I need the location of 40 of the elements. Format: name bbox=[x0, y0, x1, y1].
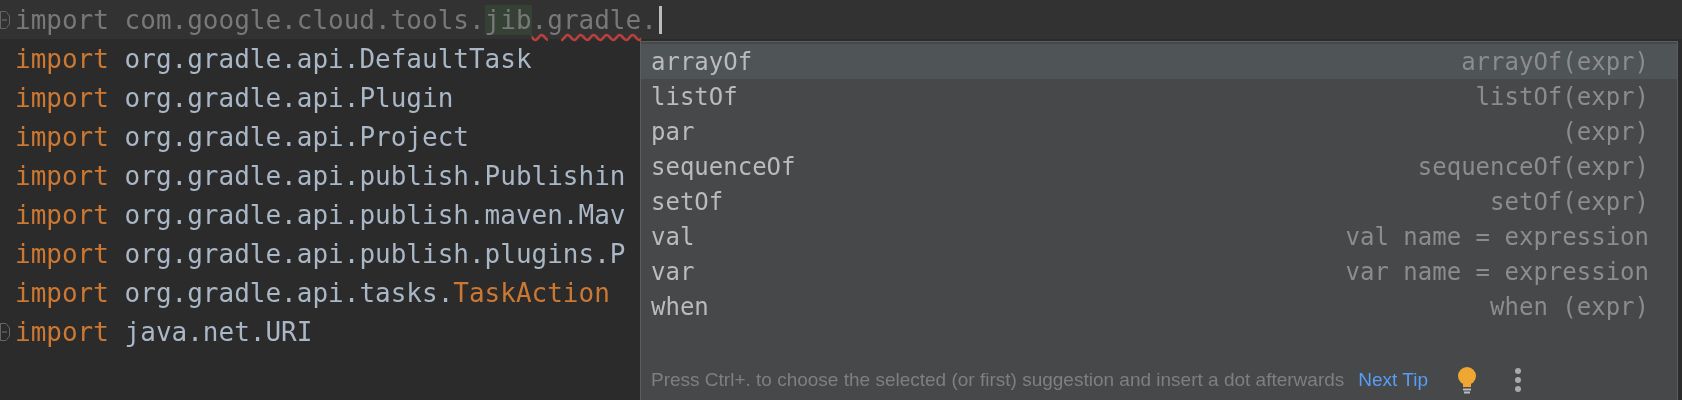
item-name: when bbox=[651, 292, 709, 321]
code-text: import org.gradle.api.Plugin bbox=[15, 82, 454, 113]
completion-item[interactable]: listOf listOf(expr) bbox=[641, 79, 1677, 114]
item-detail: setOf(expr) bbox=[1490, 187, 1649, 216]
item-name: setOf bbox=[651, 187, 724, 216]
code-text: import org.gradle.api.publish.Publishin bbox=[15, 160, 626, 191]
fold-icon[interactable] bbox=[0, 322, 10, 341]
item-detail: (expr) bbox=[1562, 117, 1649, 146]
next-tip-link[interactable]: Next Tip bbox=[1358, 368, 1428, 391]
code-text: import org.gradle.api.publish.maven.Mav bbox=[15, 199, 626, 230]
code-text: import org.gradle.api.Project bbox=[15, 121, 469, 152]
code-text: import org.gradle.api.tasks.TaskAction bbox=[15, 277, 610, 308]
more-options-icon[interactable] bbox=[1514, 366, 1522, 393]
item-detail: listOf(expr) bbox=[1475, 82, 1649, 111]
tip-text: Press Ctrl+. to choose the selected (or first) suggestion and insert a dot afterwards bbox=[651, 368, 1345, 391]
item-name: listOf bbox=[651, 82, 738, 111]
item-detail: sequenceOf(expr) bbox=[1417, 152, 1649, 181]
code-text: import org.gradle.api.publish.plugins.P bbox=[15, 238, 626, 269]
completion-item[interactable]: val val name = expression bbox=[641, 219, 1677, 254]
completion-item[interactable]: when when (expr) bbox=[641, 289, 1677, 324]
item-detail: var name = expression bbox=[1345, 257, 1649, 286]
completion-item[interactable]: setOf setOf(expr) bbox=[641, 184, 1677, 219]
item-detail: when (expr) bbox=[1490, 292, 1649, 321]
completion-item[interactable]: sequenceOf sequenceOf(expr) bbox=[641, 149, 1677, 184]
text-cursor bbox=[658, 5, 662, 34]
completion-item[interactable]: arrayOf arrayOf(expr) bbox=[641, 44, 1677, 79]
code-text: import org.gradle.api.DefaultTask bbox=[15, 43, 532, 74]
item-name: val bbox=[651, 222, 695, 251]
item-detail: arrayOf(expr) bbox=[1461, 47, 1649, 76]
fold-icon[interactable] bbox=[0, 10, 10, 29]
item-name: arrayOf bbox=[651, 47, 753, 76]
code-text: import com.google.cloud.tools.jib.gradle. bbox=[15, 4, 657, 35]
item-name: sequenceOf bbox=[651, 152, 796, 181]
item-detail: val name = expression bbox=[1345, 222, 1649, 251]
item-name: var bbox=[651, 257, 695, 286]
lightbulb-icon[interactable] bbox=[1456, 365, 1478, 394]
code-text: import java.net.URI bbox=[15, 316, 313, 347]
completion-item[interactable]: par (expr) bbox=[641, 114, 1677, 149]
completion-item[interactable]: var var name = expression bbox=[641, 254, 1677, 289]
item-name: par bbox=[651, 117, 695, 146]
